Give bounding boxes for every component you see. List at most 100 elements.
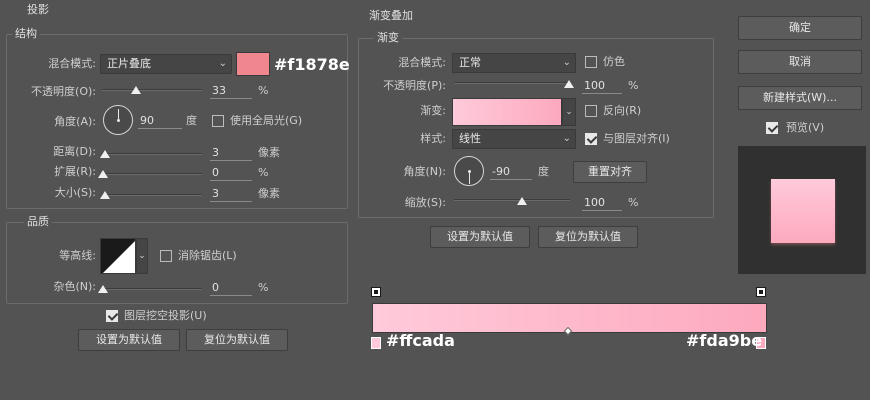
chevron-down-icon: ⌄ bbox=[562, 133, 571, 144]
reset-alignment-button[interactable]: 重置对齐 bbox=[573, 161, 647, 183]
knockout-checkbox[interactable] bbox=[106, 310, 118, 322]
gradient-opacity-unit: % bbox=[628, 79, 639, 92]
noise-input[interactable]: 0 bbox=[210, 280, 252, 296]
shadow-spread-label: 扩展(R): bbox=[54, 165, 96, 178]
opacity-stop-left[interactable] bbox=[371, 287, 381, 297]
gradient-blend-mode-label: 混合模式: bbox=[398, 56, 446, 69]
shadow-blend-mode-select[interactable]: 正片叠底 ⌄ bbox=[100, 54, 232, 74]
shadow-set-default-button[interactable]: 设置为默认值 bbox=[78, 329, 180, 351]
shadow-spread-thumb[interactable] bbox=[98, 170, 108, 178]
knockout-label: 图层挖空投影(U) bbox=[124, 309, 207, 322]
shadow-distance-slider[interactable] bbox=[102, 153, 202, 155]
chevron-down-icon: ⌄ bbox=[138, 251, 146, 261]
shadow-angle-dial[interactable] bbox=[103, 105, 133, 135]
gradient-dropdown-button[interactable]: ⌄ bbox=[562, 98, 576, 126]
gradient-reset-default-button[interactable]: 复位为默认值 bbox=[538, 226, 638, 248]
style-preview-box bbox=[738, 146, 866, 274]
shadow-opacity-slider[interactable] bbox=[102, 89, 202, 91]
gradient-scale-slider[interactable] bbox=[454, 199, 570, 201]
noise-slider[interactable] bbox=[102, 288, 202, 290]
gradient-scale-label: 缩放(S): bbox=[404, 196, 446, 209]
gradient-scale-input[interactable]: 100 bbox=[582, 195, 622, 211]
shadow-color-hex: #f1878e bbox=[274, 55, 350, 74]
align-with-layer-checkbox[interactable] bbox=[585, 133, 597, 145]
shadow-opacity-thumb[interactable] bbox=[131, 86, 141, 94]
gradient-angle-unit: 度 bbox=[538, 165, 549, 178]
contour-curve-icon bbox=[101, 239, 135, 273]
gradient-overlay-section-title: 渐变叠加 bbox=[366, 10, 416, 22]
quality-title: 品质 bbox=[24, 216, 52, 228]
shadow-opacity-label: 不透明度(O): bbox=[31, 85, 96, 98]
gradient-set-default-button[interactable]: 设置为默认值 bbox=[430, 226, 530, 248]
shadow-color-swatch[interactable] bbox=[236, 52, 270, 76]
structure-title: 结构 bbox=[12, 28, 40, 40]
antialias-label: 消除锯齿(L) bbox=[178, 249, 237, 262]
chevron-down-icon: ⌄ bbox=[218, 58, 227, 69]
shadow-blend-mode-value: 正片叠底 bbox=[107, 57, 151, 70]
gradient-angle-label: 角度(N): bbox=[403, 165, 446, 178]
preview-checkbox[interactable] bbox=[766, 122, 778, 134]
gradient-opacity-thumb[interactable] bbox=[564, 80, 574, 88]
global-light-label: 使用全局光(G) bbox=[230, 114, 303, 127]
gradient-angle-input[interactable]: -90 bbox=[490, 164, 532, 180]
cancel-button[interactable]: 取消 bbox=[738, 50, 862, 74]
contour-label: 等高线: bbox=[59, 249, 96, 262]
noise-unit: % bbox=[258, 281, 269, 294]
gradient-angle-dial[interactable] bbox=[454, 156, 484, 186]
gradient-opacity-slider[interactable] bbox=[454, 82, 570, 84]
angle-dial-center bbox=[468, 170, 471, 173]
shadow-section-title: 投影 bbox=[24, 4, 52, 16]
gradient-blend-mode-select[interactable]: 正常 ⌄ bbox=[452, 53, 576, 73]
noise-thumb[interactable] bbox=[98, 285, 108, 293]
dither-label: 仿色 bbox=[603, 55, 625, 68]
shadow-size-label: 大小(S): bbox=[54, 186, 96, 199]
gradient-group-title: 渐变 bbox=[374, 32, 402, 44]
shadow-opacity-input[interactable]: 33 bbox=[210, 83, 252, 99]
gradient-scale-unit: % bbox=[628, 196, 639, 209]
gradient-picker-preview[interactable] bbox=[452, 98, 562, 126]
gradient-opacity-input[interactable]: 100 bbox=[582, 78, 622, 94]
shadow-size-input[interactable]: 3 bbox=[210, 186, 252, 202]
contour-preview[interactable] bbox=[100, 238, 136, 274]
gradient-label: 渐变: bbox=[420, 104, 446, 117]
gradient-opacity-label: 不透明度(P): bbox=[383, 79, 446, 92]
noise-label: 杂色(N): bbox=[53, 280, 96, 293]
shadow-distance-input[interactable]: 3 bbox=[210, 145, 252, 161]
shadow-size-thumb[interactable] bbox=[100, 191, 110, 199]
gradient-end-hex: #fda9be bbox=[686, 331, 763, 350]
gradient-style-label: 样式: bbox=[420, 132, 446, 145]
shadow-blend-mode-label: 混合模式: bbox=[48, 57, 96, 70]
shadow-angle-input[interactable]: 90 bbox=[138, 113, 182, 129]
shadow-distance-label: 距离(D): bbox=[53, 145, 96, 158]
opacity-stop-right[interactable] bbox=[756, 287, 766, 297]
shadow-size-unit: 像素 bbox=[258, 187, 280, 200]
shadow-angle-label: 角度(A): bbox=[54, 115, 96, 128]
reverse-label: 反向(R) bbox=[603, 104, 642, 117]
shadow-angle-unit: 度 bbox=[186, 114, 197, 127]
shadow-spread-input[interactable]: 0 bbox=[210, 165, 252, 181]
global-light-checkbox[interactable] bbox=[212, 115, 224, 127]
gradient-blend-mode-value: 正常 bbox=[459, 56, 481, 69]
dither-checkbox[interactable] bbox=[585, 56, 597, 68]
new-style-button[interactable]: 新建样式(W)... bbox=[738, 86, 862, 110]
shadow-size-slider[interactable] bbox=[102, 194, 202, 196]
shadow-distance-thumb[interactable] bbox=[100, 150, 110, 158]
shadow-distance-unit: 像素 bbox=[258, 146, 280, 159]
ok-button[interactable]: 确定 bbox=[738, 16, 862, 40]
shadow-reset-default-button[interactable]: 复位为默认值 bbox=[186, 329, 288, 351]
color-stop-left[interactable] bbox=[371, 337, 381, 349]
angle-dial-center bbox=[117, 119, 120, 122]
gradient-scale-thumb[interactable] bbox=[517, 197, 527, 205]
chevron-down-icon: ⌄ bbox=[562, 57, 571, 68]
style-preview-swatch bbox=[771, 179, 835, 243]
chevron-down-icon: ⌄ bbox=[565, 107, 573, 117]
gradient-start-hex: #ffcada bbox=[386, 331, 455, 350]
gradient-style-value: 线性 bbox=[459, 132, 481, 145]
shadow-spread-slider[interactable] bbox=[102, 173, 202, 175]
reverse-checkbox[interactable] bbox=[585, 105, 597, 117]
angle-dial-hand bbox=[469, 172, 470, 184]
antialias-checkbox[interactable] bbox=[160, 250, 172, 262]
shadow-spread-unit: % bbox=[258, 166, 269, 179]
gradient-style-select[interactable]: 线性 ⌄ bbox=[452, 129, 576, 149]
contour-dropdown-button[interactable]: ⌄ bbox=[136, 238, 148, 274]
